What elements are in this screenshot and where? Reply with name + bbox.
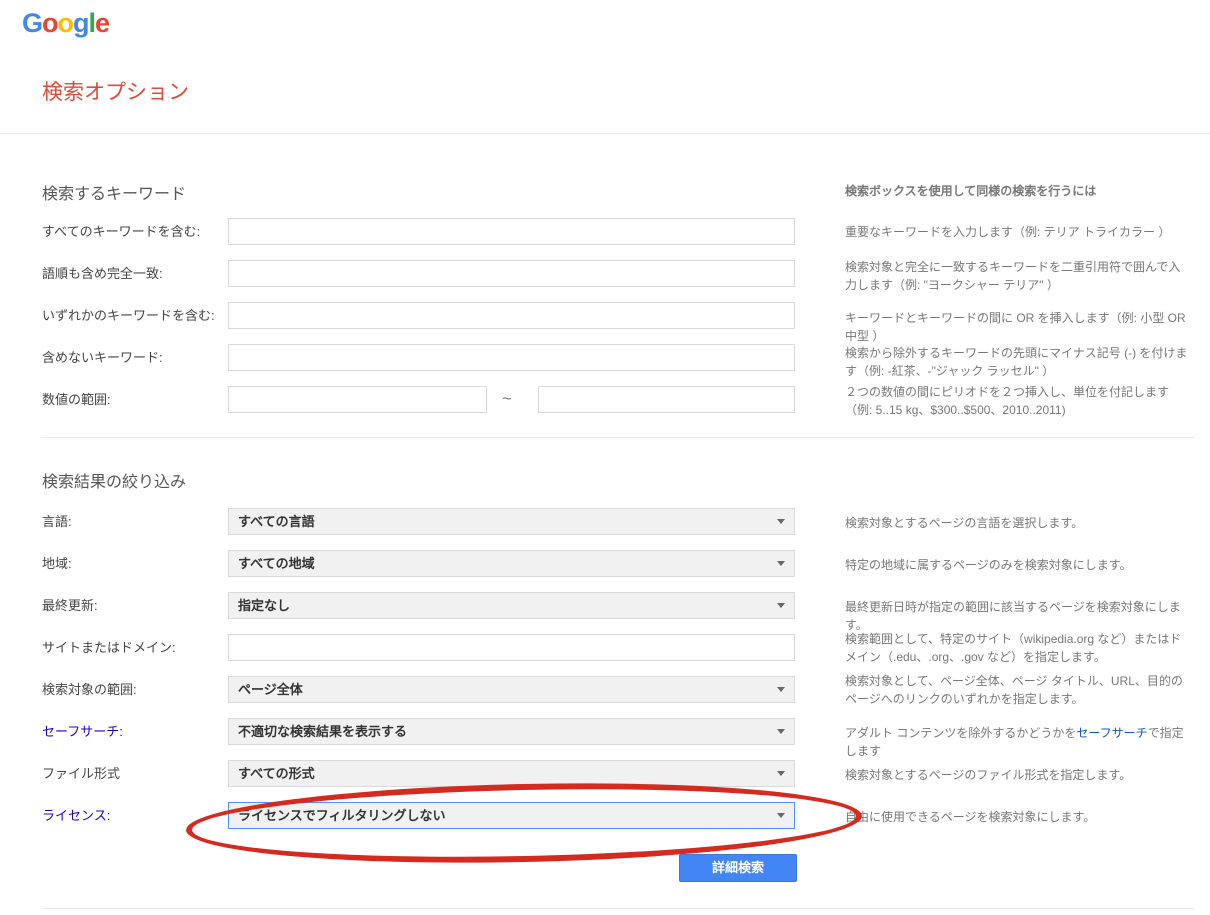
exclude-keywords-help: 検索から除外するキーワードの先頭にマイナス記号 (-) を付けます（例: -紅茶… (845, 344, 1190, 380)
all-keywords-input[interactable] (228, 218, 795, 245)
region-label: 地域: (42, 550, 72, 577)
section-divider (42, 437, 1195, 438)
region-select[interactable]: すべての地域 (228, 550, 795, 577)
region-help: 特定の地域に属するページのみを検索対象にします。 (845, 556, 1190, 574)
terms-appearing-select[interactable]: ページ全体 (228, 676, 795, 703)
exact-phrase-input[interactable] (228, 260, 795, 287)
any-keywords-help: キーワードとキーワードの間に OR を挿入します（例: 小型 OR 中型 ） (845, 309, 1190, 345)
dropdown-arrow-icon (777, 729, 785, 734)
last-update-select-value: 指定なし (238, 598, 290, 613)
file-type-select[interactable]: すべての形式 (228, 760, 795, 787)
number-range-label: 数値の範囲: (42, 386, 111, 413)
license-select-value: ライセンスでフィルタリングしない (238, 808, 445, 823)
terms-appearing-label: 検索対象の範囲: (42, 676, 137, 703)
dropdown-arrow-icon (777, 603, 785, 608)
site-domain-help: 検索範囲として、特定のサイト（wikipedia.org など）またはドメイン（… (845, 630, 1190, 666)
last-update-label: 最終更新: (42, 592, 98, 619)
license-label-link[interactable]: ライセンス: (42, 802, 110, 829)
dropdown-arrow-icon (777, 687, 785, 692)
header-divider (0, 133, 1210, 134)
logo-letter: g (73, 8, 89, 38)
site-domain-input[interactable] (228, 634, 795, 661)
language-select[interactable]: すべての言語 (228, 508, 795, 535)
terms-appearing-help: 検索対象として、ページ全体、ページ タイトル、URL、目的のページへのリンクのい… (845, 672, 1190, 708)
refine-section-heading: 検索結果の絞り込み (42, 468, 186, 492)
safesearch-help: アダルト コンテンツを除外するかどうかをセーフサーチで指定します (845, 724, 1190, 760)
file-type-label: ファイル形式 (42, 760, 120, 787)
exact-phrase-label: 語順も含め完全一致: (42, 260, 163, 287)
any-keywords-label: いずれかのキーワードを含む: (42, 302, 215, 329)
keywords-section-heading: 検索するキーワード (42, 180, 186, 204)
safesearch-inline-link[interactable]: セーフサーチ (1076, 726, 1147, 740)
bottom-divider (42, 908, 1195, 909)
all-keywords-label: すべてのキーワードを含む: (42, 218, 200, 245)
safesearch-label-link[interactable]: セーフサーチ: (42, 718, 123, 745)
logo-letter: o (58, 8, 74, 38)
logo-letter: G (22, 8, 42, 38)
region-select-value: すべての地域 (238, 556, 315, 571)
logo-letter: e (95, 8, 109, 38)
language-select-value: すべての言語 (238, 514, 315, 529)
all-keywords-help: 重要なキーワードを入力します（例: テリア トライカラー ） (845, 223, 1190, 241)
page-title: 検索オプション (42, 76, 189, 106)
range-tilde-separator: ~ (502, 389, 512, 409)
logo-letter: o (42, 8, 58, 38)
last-update-select[interactable]: 指定なし (228, 592, 795, 619)
safesearch-select-value: 不適切な検索結果を表示する (238, 724, 407, 739)
any-keywords-input[interactable] (228, 302, 795, 329)
terms-appearing-select-value: ページ全体 (238, 682, 303, 697)
safesearch-help-pre: アダルト コンテンツを除外するかどうかを (845, 726, 1076, 740)
license-select[interactable]: ライセンスでフィルタリングしない (228, 802, 795, 829)
dropdown-arrow-icon (777, 561, 785, 566)
exclude-keywords-label: 含めないキーワード: (42, 344, 163, 371)
exclude-keywords-input[interactable] (228, 344, 795, 371)
last-update-help: 最終更新日時が指定の範囲に該当するページを検索対象にします。 (845, 598, 1190, 634)
number-range-from-input[interactable] (228, 386, 487, 413)
number-range-to-input[interactable] (538, 386, 795, 413)
advanced-search-submit-button[interactable]: 詳細検索 (679, 854, 797, 882)
dropdown-arrow-icon (777, 519, 785, 524)
language-help: 検索対象とするページの言語を選択します。 (845, 514, 1190, 532)
language-label: 言語: (42, 508, 72, 535)
exact-phrase-help: 検索対象と完全に一致するキーワードを二重引用符で囲んで入力します（例: "ヨーク… (845, 258, 1190, 294)
help-column-heading: 検索ボックスを使用して同様の検索を行うには (845, 182, 1190, 199)
site-domain-label: サイトまたはドメイン: (42, 634, 176, 661)
safesearch-select[interactable]: 不適切な検索結果を表示する (228, 718, 795, 745)
dropdown-arrow-icon (777, 771, 785, 776)
file-type-select-value: すべての形式 (238, 766, 315, 781)
google-logo: Google (22, 8, 109, 39)
number-range-help: ２つの数値の間にピリオドを２つ挿入し、単位を付記します（例: 5..15 kg、… (845, 383, 1190, 419)
dropdown-arrow-icon (777, 813, 785, 818)
file-type-help: 検索対象とするページのファイル形式を指定します。 (845, 766, 1190, 784)
license-help: 自由に使用できるページを検索対象にします。 (845, 808, 1190, 826)
